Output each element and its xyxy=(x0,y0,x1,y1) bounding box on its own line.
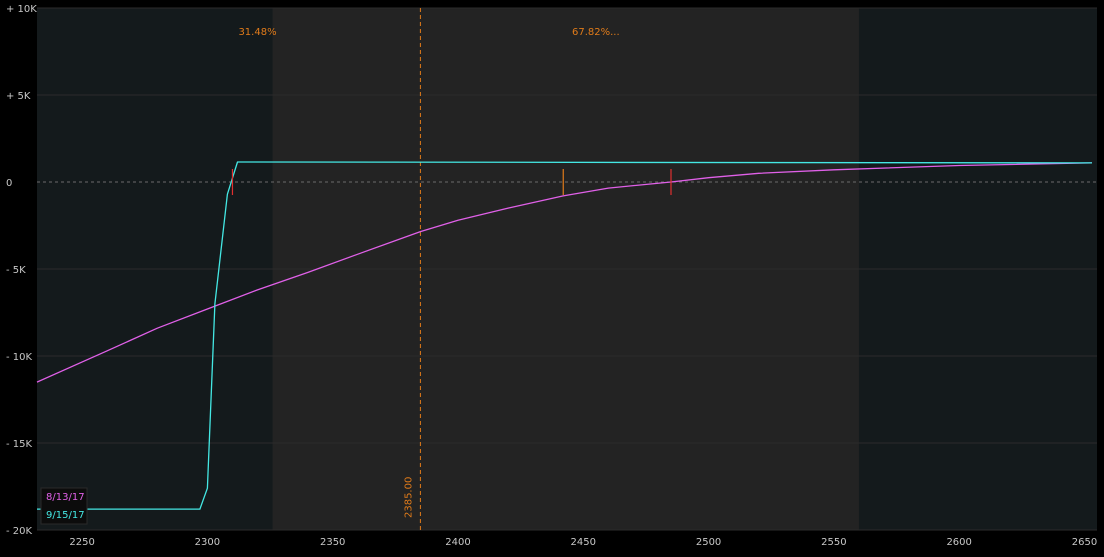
probability-label: 67.82%... xyxy=(572,27,620,38)
risk-profile-chart: 2385.00 + 10K + 5K 0 - 5K - 10K - 15K - 20K 22… xyxy=(0,0,1104,557)
legend[interactable]: 8/13/17 9/15/17 xyxy=(40,487,88,525)
legend-item-1: 9/15/17 xyxy=(46,510,85,521)
x-tick-label: 2350 xyxy=(320,537,345,548)
x-tick-label: 2400 xyxy=(445,537,470,548)
y-tick-label: - 5K xyxy=(6,265,26,276)
x-tick-label: 2300 xyxy=(195,537,220,548)
legend-item-0: 8/13/17 xyxy=(46,492,85,503)
y-tick-label: + 10K xyxy=(6,4,37,15)
y-tick-label: - 20K xyxy=(6,526,33,537)
y-tick-label: + 5K xyxy=(6,91,31,102)
y-tick-label: - 10K xyxy=(6,352,33,363)
probability-label: 31.48% xyxy=(238,27,276,38)
current-price-label: 2385.00 xyxy=(403,477,414,518)
x-tick-label: 2250 xyxy=(69,537,94,548)
x-tick-label: 2600 xyxy=(946,537,971,548)
x-tick-label: 2450 xyxy=(571,537,596,548)
x-tick-label: 2550 xyxy=(821,537,846,548)
x-tick-label: 2500 xyxy=(696,537,721,548)
y-tick-label: 0 xyxy=(6,178,12,189)
x-tick-label: 2650 xyxy=(1072,537,1097,548)
y-tick-label: - 15K xyxy=(6,439,33,450)
